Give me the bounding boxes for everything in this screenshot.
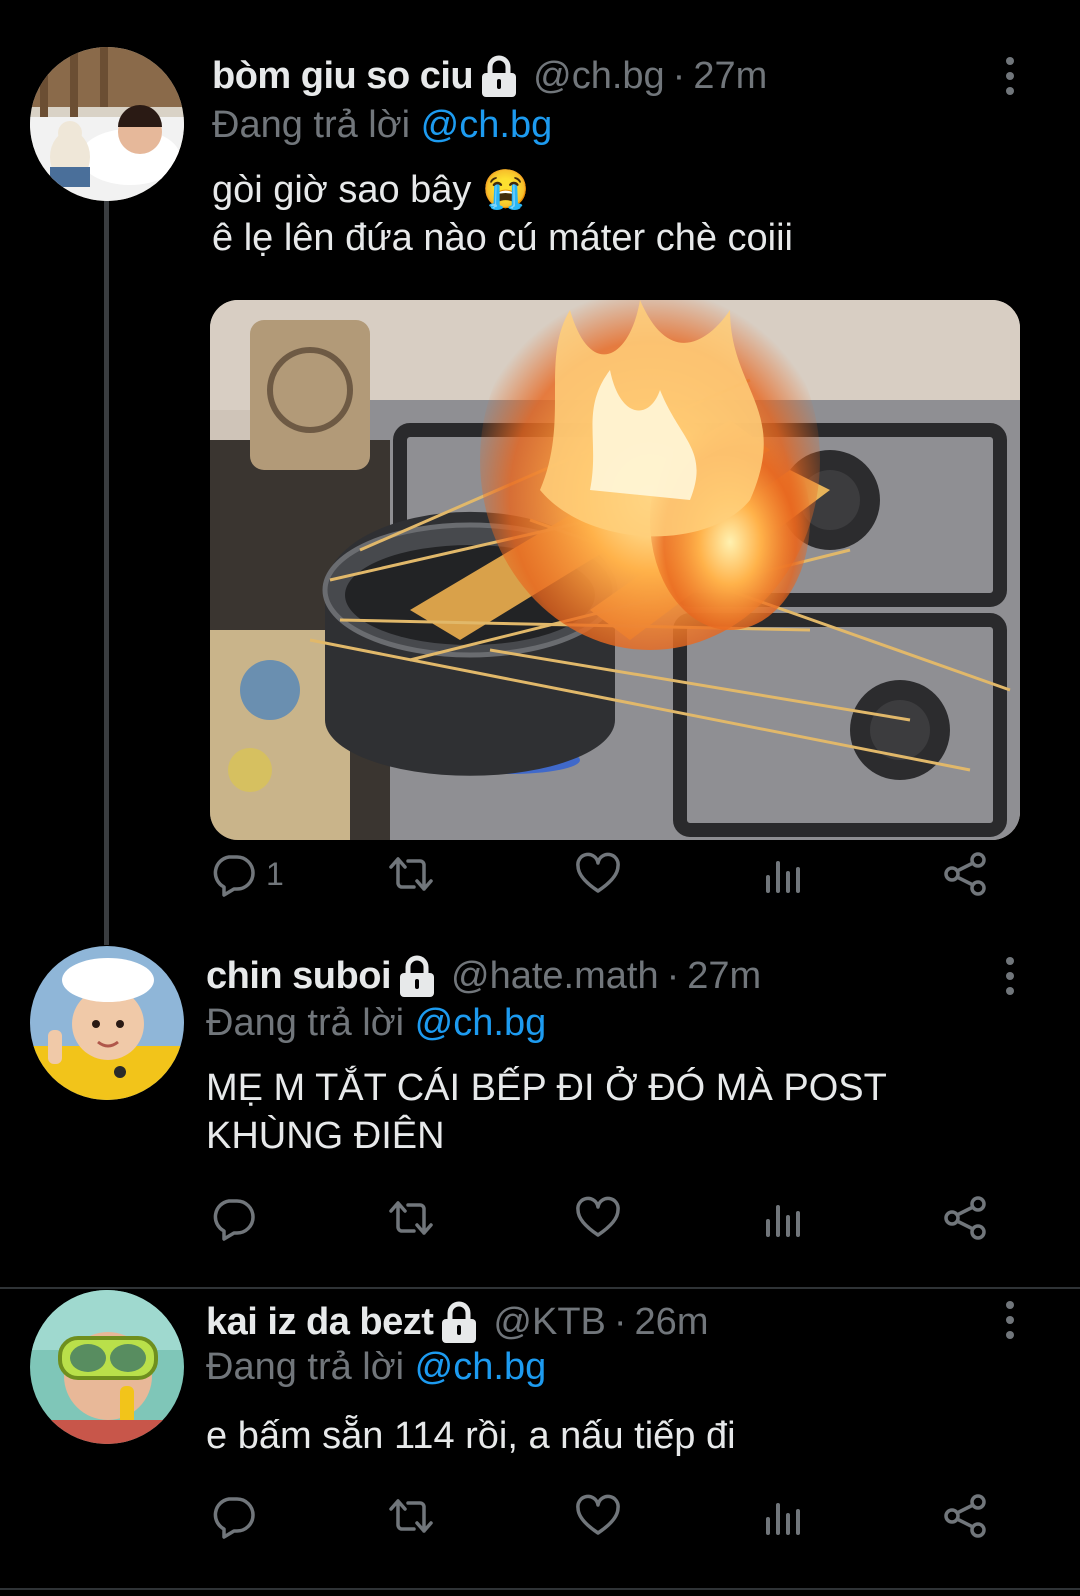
timestamp[interactable]: 27m — [687, 955, 761, 998]
views-button[interactable] — [760, 848, 806, 900]
share-button[interactable] — [942, 848, 988, 900]
retweet-icon — [388, 1195, 434, 1241]
retweet-button[interactable] — [388, 1192, 434, 1244]
retweet-icon — [388, 1493, 434, 1539]
retweet-button[interactable] — [388, 848, 434, 900]
heart-icon — [575, 1493, 621, 1539]
tweet-actions — [210, 1192, 1020, 1244]
analytics-icon — [760, 1195, 806, 1241]
share-button[interactable] — [942, 1192, 988, 1244]
reply-button[interactable]: 1 — [210, 848, 284, 900]
user-handle[interactable]: @ch.bg — [533, 55, 665, 98]
reply-icon — [210, 1493, 256, 1539]
replying-mention[interactable]: @ch.bg — [421, 104, 553, 146]
analytics-icon — [760, 851, 806, 897]
separator-dot: · — [666, 954, 680, 997]
timestamp[interactable]: 26m — [635, 1301, 709, 1344]
replying-prefix: Đang trả lời — [206, 1002, 405, 1044]
display-name[interactable]: kai iz da bezt — [206, 1301, 434, 1344]
share-icon — [942, 1195, 988, 1241]
share-icon — [942, 1493, 988, 1539]
avatar[interactable] — [30, 47, 184, 201]
replying-to: Đang trả lời @ch.bg — [206, 1346, 546, 1389]
reply-button[interactable] — [210, 1490, 266, 1542]
user-handle[interactable]: @hate.math — [451, 955, 659, 998]
timestamp[interactable]: 27m — [693, 55, 767, 98]
more-vertical-icon[interactable] — [1004, 956, 1016, 996]
tweet-text: e bấm sẵn 114 rồi, a nấu tiếp đi — [206, 1415, 736, 1457]
views-button[interactable] — [760, 1490, 806, 1542]
user-handle[interactable]: @KTB — [493, 1301, 605, 1344]
separator-dot: · — [672, 54, 686, 97]
like-button[interactable] — [575, 848, 621, 900]
tweet-text: gòi giờ sao bây 😭 ê lẹ lên đứa nào cú má… — [212, 169, 793, 259]
replying-prefix: Đang trả lời — [212, 104, 411, 146]
separator-dot: · — [613, 1300, 627, 1343]
avatar[interactable] — [30, 946, 184, 1100]
reply-count: 1 — [266, 855, 284, 892]
more-vertical-icon[interactable] — [1004, 56, 1016, 96]
reply-button[interactable] — [210, 1192, 266, 1244]
tweet-text: MẸ M TẮT CÁI BẾP ĐI Ở ĐÓ MÀ POST KHÙNG Đ… — [206, 1067, 887, 1157]
lock-icon — [479, 54, 519, 98]
display-name[interactable]: chin suboi — [206, 955, 392, 998]
retweet-button[interactable] — [388, 1490, 434, 1542]
replying-mention[interactable]: @ch.bg — [415, 1346, 547, 1388]
replying-to: Đang trả lời @ch.bg — [206, 1002, 546, 1045]
tweet-media-image[interactable] — [210, 300, 1020, 840]
more-vertical-icon[interactable] — [1004, 1300, 1016, 1340]
like-button[interactable] — [575, 1490, 621, 1542]
tweet-divider — [0, 1287, 1080, 1289]
replying-mention[interactable]: @ch.bg — [415, 1002, 547, 1044]
views-button[interactable] — [760, 1192, 806, 1244]
avatar[interactable] — [30, 1290, 184, 1444]
tweet-header: bòm giu so ciu @ch.bg · 27m — [212, 52, 767, 100]
reply-icon — [210, 851, 256, 897]
retweet-icon — [388, 851, 434, 897]
tweet[interactable]: bòm giu so ciu @ch.bg · 27m Đang trả lời… — [0, 0, 1080, 930]
heart-icon — [575, 1195, 621, 1241]
share-button[interactable] — [942, 1490, 988, 1542]
lock-icon — [439, 1300, 479, 1344]
lock-icon — [397, 954, 437, 998]
tweet-divider — [0, 1588, 1080, 1590]
share-icon — [942, 851, 988, 897]
heart-icon — [575, 851, 621, 897]
analytics-icon — [760, 1493, 806, 1539]
tweet-actions — [210, 1490, 1020, 1542]
reply-icon — [210, 1195, 256, 1241]
replying-to: Đang trả lời @ch.bg — [212, 104, 552, 147]
like-button[interactable] — [575, 1192, 621, 1244]
display-name[interactable]: bòm giu so ciu — [212, 55, 474, 98]
replying-prefix: Đang trả lời — [206, 1346, 405, 1388]
tweet-header: kai iz da bezt @KTB · 26m — [206, 1298, 708, 1346]
tweet-header: chin suboi @hate.math · 27m — [206, 952, 761, 1000]
tweet-actions: 1 — [210, 848, 1020, 900]
